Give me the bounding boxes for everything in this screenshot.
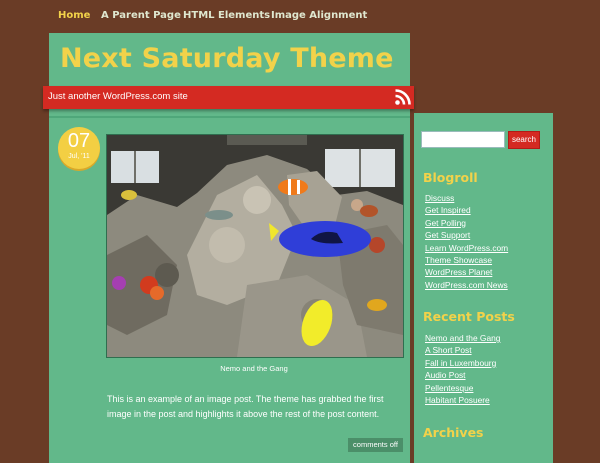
post-featured-image[interactable] [106, 134, 404, 358]
blogroll-link[interactable]: WordPress.com News [425, 279, 508, 291]
recent-post-link[interactable]: Fall in Luxembourg [425, 357, 500, 369]
recent-post-link[interactable]: A Short Post [425, 344, 500, 356]
rss-feed-icon[interactable] [394, 88, 412, 106]
tagline-bar: Just another WordPress.com site [43, 86, 414, 109]
blogroll-link[interactable]: Get Support [425, 229, 508, 241]
post-excerpt: This is an example of an image post. The… [107, 394, 384, 419]
top-navigation: Home A Parent Page HTML Elements Image A… [0, 0, 600, 32]
nav-item-image-alignment[interactable]: Image Alignment [271, 10, 367, 21]
blogroll-link[interactable]: Theme Showcase [425, 254, 508, 266]
recent-post-link[interactable]: Pellentesque [425, 382, 500, 394]
post-date-badge: 07 Jul, '11 [58, 127, 100, 169]
nav-item-a-parent-page[interactable]: A Parent Page [101, 10, 181, 21]
blogroll-link[interactable]: WordPress Planet [425, 266, 508, 278]
blogroll-heading: Blogroll [423, 170, 478, 185]
site-tagline: Just another WordPress.com site [48, 91, 188, 102]
search-button[interactable]: search [508, 131, 540, 149]
post-date-day: 07 [67, 130, 91, 152]
blogroll-list: Discuss Get Inspired Get Polling Get Sup… [425, 192, 508, 291]
image-caption: Nemo and the Gang [220, 364, 288, 373]
recent-posts-heading: Recent Posts [423, 309, 515, 324]
recent-post-link[interactable]: Nemo and the Gang [425, 332, 500, 344]
header-divider [49, 116, 410, 118]
blogroll-link[interactable]: Learn WordPress.com [425, 242, 508, 254]
recent-post-link[interactable]: Audio Post [425, 369, 500, 381]
nav-item-home[interactable]: Home [58, 10, 90, 21]
recent-posts-list: Nemo and the Gang A Short Post Fall in L… [425, 332, 500, 406]
aquarium-photo [107, 135, 403, 357]
site-title[interactable]: Next Saturday Theme [60, 43, 394, 74]
blogroll-link[interactable]: Get Inspired [425, 204, 508, 216]
recent-post-link[interactable]: Habitant Posuere [425, 394, 500, 406]
nav-item-html-elements[interactable]: HTML Elements [183, 10, 270, 21]
archives-heading: Archives [423, 425, 484, 440]
blogroll-link[interactable]: Get Polling [425, 217, 508, 229]
blogroll-link[interactable]: Discuss [425, 192, 508, 204]
search-input[interactable] [421, 131, 505, 148]
post-date-month: Jul, '11 [68, 153, 90, 160]
